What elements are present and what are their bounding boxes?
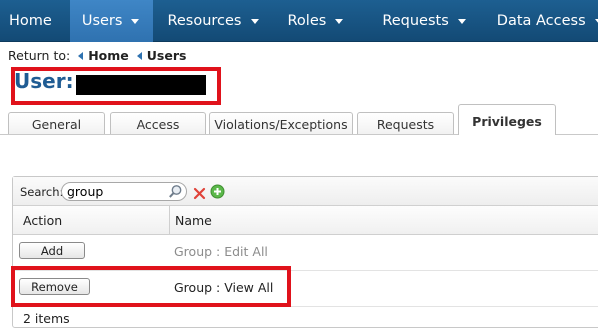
tab-requests-label: Requests (376, 116, 435, 132)
chevron-down-icon (594, 18, 598, 24)
breadcrumb-users-label: Users (146, 48, 187, 63)
tab-general-label: General (31, 116, 82, 132)
clear-search-icon[interactable] (193, 185, 206, 204)
arrow-left-icon (78, 51, 84, 60)
add-icon[interactable] (210, 184, 225, 203)
chevron-down-icon (250, 18, 259, 24)
tab-violations-exceptions[interactable]: Violations/Exceptions (209, 112, 353, 135)
nav-home-label: Home (9, 13, 52, 29)
grid-header: Action Name (13, 206, 598, 235)
tab-access-label: Access (136, 116, 180, 132)
nav-data-access[interactable]: Data Access (483, 0, 598, 42)
column-header-name[interactable]: Name (175, 213, 212, 228)
breadcrumb-home-label: Home (88, 48, 129, 63)
add-button[interactable]: Add (19, 242, 85, 259)
column-header-action[interactable]: Action (13, 206, 170, 234)
tab-violations-label: Violations/Exceptions (214, 116, 348, 132)
nav-users[interactable]: Users (69, 0, 154, 42)
breadcrumb-users-link[interactable]: Users (136, 48, 187, 63)
highlight-box-row (11, 266, 291, 307)
chevron-down-icon (131, 18, 140, 24)
tab-privileges[interactable]: Privileges (458, 104, 556, 135)
nav-resources-label: Resources (167, 13, 242, 29)
breadcrumb-home-link[interactable]: Home (78, 48, 129, 63)
breadcrumb-prefix: Return to: (8, 48, 71, 63)
nav-data-access-label: Data Access (496, 13, 586, 29)
tab-access[interactable]: Access (110, 112, 206, 135)
chevron-down-icon (457, 18, 466, 24)
search-box (61, 182, 187, 201)
search-label: Search: (20, 185, 64, 199)
search-icon[interactable] (168, 184, 183, 203)
nav-resources[interactable]: Resources (153, 0, 275, 42)
tab-requests[interactable]: Requests (357, 112, 454, 135)
top-navigation: Home Users Resources Roles Requests Data… (0, 0, 598, 42)
breadcrumb: Return to: Home Users (8, 48, 186, 63)
item-count: 2 items (23, 311, 70, 326)
nav-requests[interactable]: Requests (360, 0, 482, 42)
tab-general[interactable]: General (8, 112, 105, 135)
nav-roles-label: Roles (287, 13, 327, 29)
search-input[interactable] (67, 184, 167, 199)
nav-requests-label: Requests (382, 13, 449, 29)
chevron-down-icon (335, 18, 344, 24)
grid-toolbar: Search: (13, 177, 598, 206)
nav-roles[interactable]: Roles (276, 0, 361, 42)
nav-users-label: Users (81, 13, 123, 29)
highlight-box-title (11, 67, 221, 105)
arrow-left-icon (136, 51, 142, 60)
privilege-name: Group : Edit All (174, 244, 268, 259)
nav-home[interactable]: Home (0, 0, 70, 42)
tab-privileges-label: Privileges (472, 114, 542, 129)
